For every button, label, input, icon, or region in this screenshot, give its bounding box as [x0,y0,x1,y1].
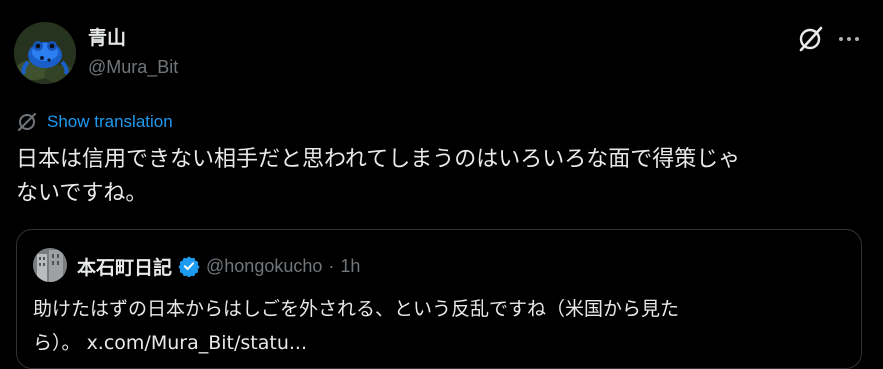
quoted-tweet-link[interactable]: x.com/Mura_Bit/statu... [87,332,307,354]
quoted-author-handle[interactable]: @hongokucho [206,256,322,277]
more-options-icon[interactable] [833,24,865,54]
building-photo-avatar [33,248,67,282]
quoted-text-line: ら）。 x.com/Mura_Bit/statu... [33,326,853,360]
author-avatar[interactable] [14,22,76,84]
translation-row: Show translation [16,109,173,135]
quoted-text-prefix: ら）。 [33,332,81,354]
quoted-tweet-header: 本石町日記 @hongokucho · 1h [77,252,360,280]
show-translation-link[interactable]: Show translation [47,112,173,132]
quoted-tweet-time[interactable]: 1h [340,256,360,277]
author-name[interactable]: 青山 [88,26,126,50]
quoted-author-name[interactable]: 本石町日記 [77,253,172,280]
blue-frog-avatar [14,22,76,84]
quoted-tweet[interactable]: 本石町日記 @hongokucho · 1h 助けたはずの日本からはしごを外され… [16,229,862,369]
quoted-text-line: 助けたはずの日本からはしごを外される、という反乱ですね（米国から見た [33,298,680,320]
tweet-text: 日本は信用できない相手だと思われてしまうのはいろいろな面で得策じゃ ないですね。 [16,147,741,206]
tweet: 青山 @Mura_Bit Show translation 日本は信用できない相… [0,0,883,369]
translate-icon [18,113,36,131]
author-handle[interactable]: @Mura_Bit [88,55,178,79]
quoted-author-avatar[interactable] [33,248,67,282]
separator-dot: · [328,255,335,276]
verified-badge-icon [178,256,200,277]
grok-icon[interactable] [795,24,825,54]
quoted-tweet-text: 助けたはずの日本からはしごを外される、という反乱ですね（米国から見た ら）。 x… [33,292,853,360]
